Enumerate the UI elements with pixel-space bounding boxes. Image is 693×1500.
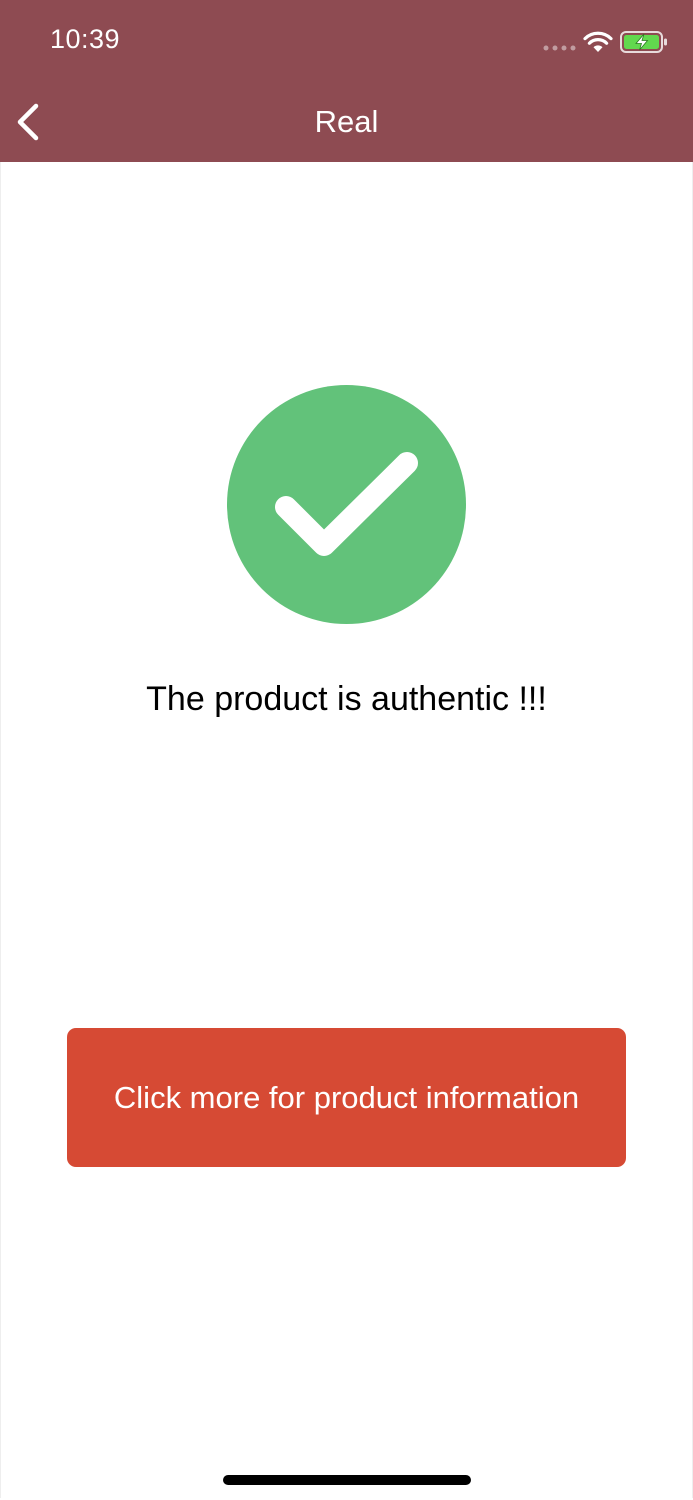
checkmark-circle-icon [227,385,466,624]
authentic-message: The product is authentic !!! [146,680,547,718]
status-time: 10:39 [50,24,121,54]
wifi-icon [583,31,613,52]
navigation-header: 10:39 Real [0,0,693,162]
battery-charging-icon [620,31,667,53]
home-indicator [223,1475,471,1485]
page-title: Real [314,104,379,139]
product-info-button[interactable]: Click more for product information [67,1028,626,1167]
cellular-signal-icon [543,45,576,51]
success-indicator [227,385,466,624]
content-area [0,162,693,1498]
